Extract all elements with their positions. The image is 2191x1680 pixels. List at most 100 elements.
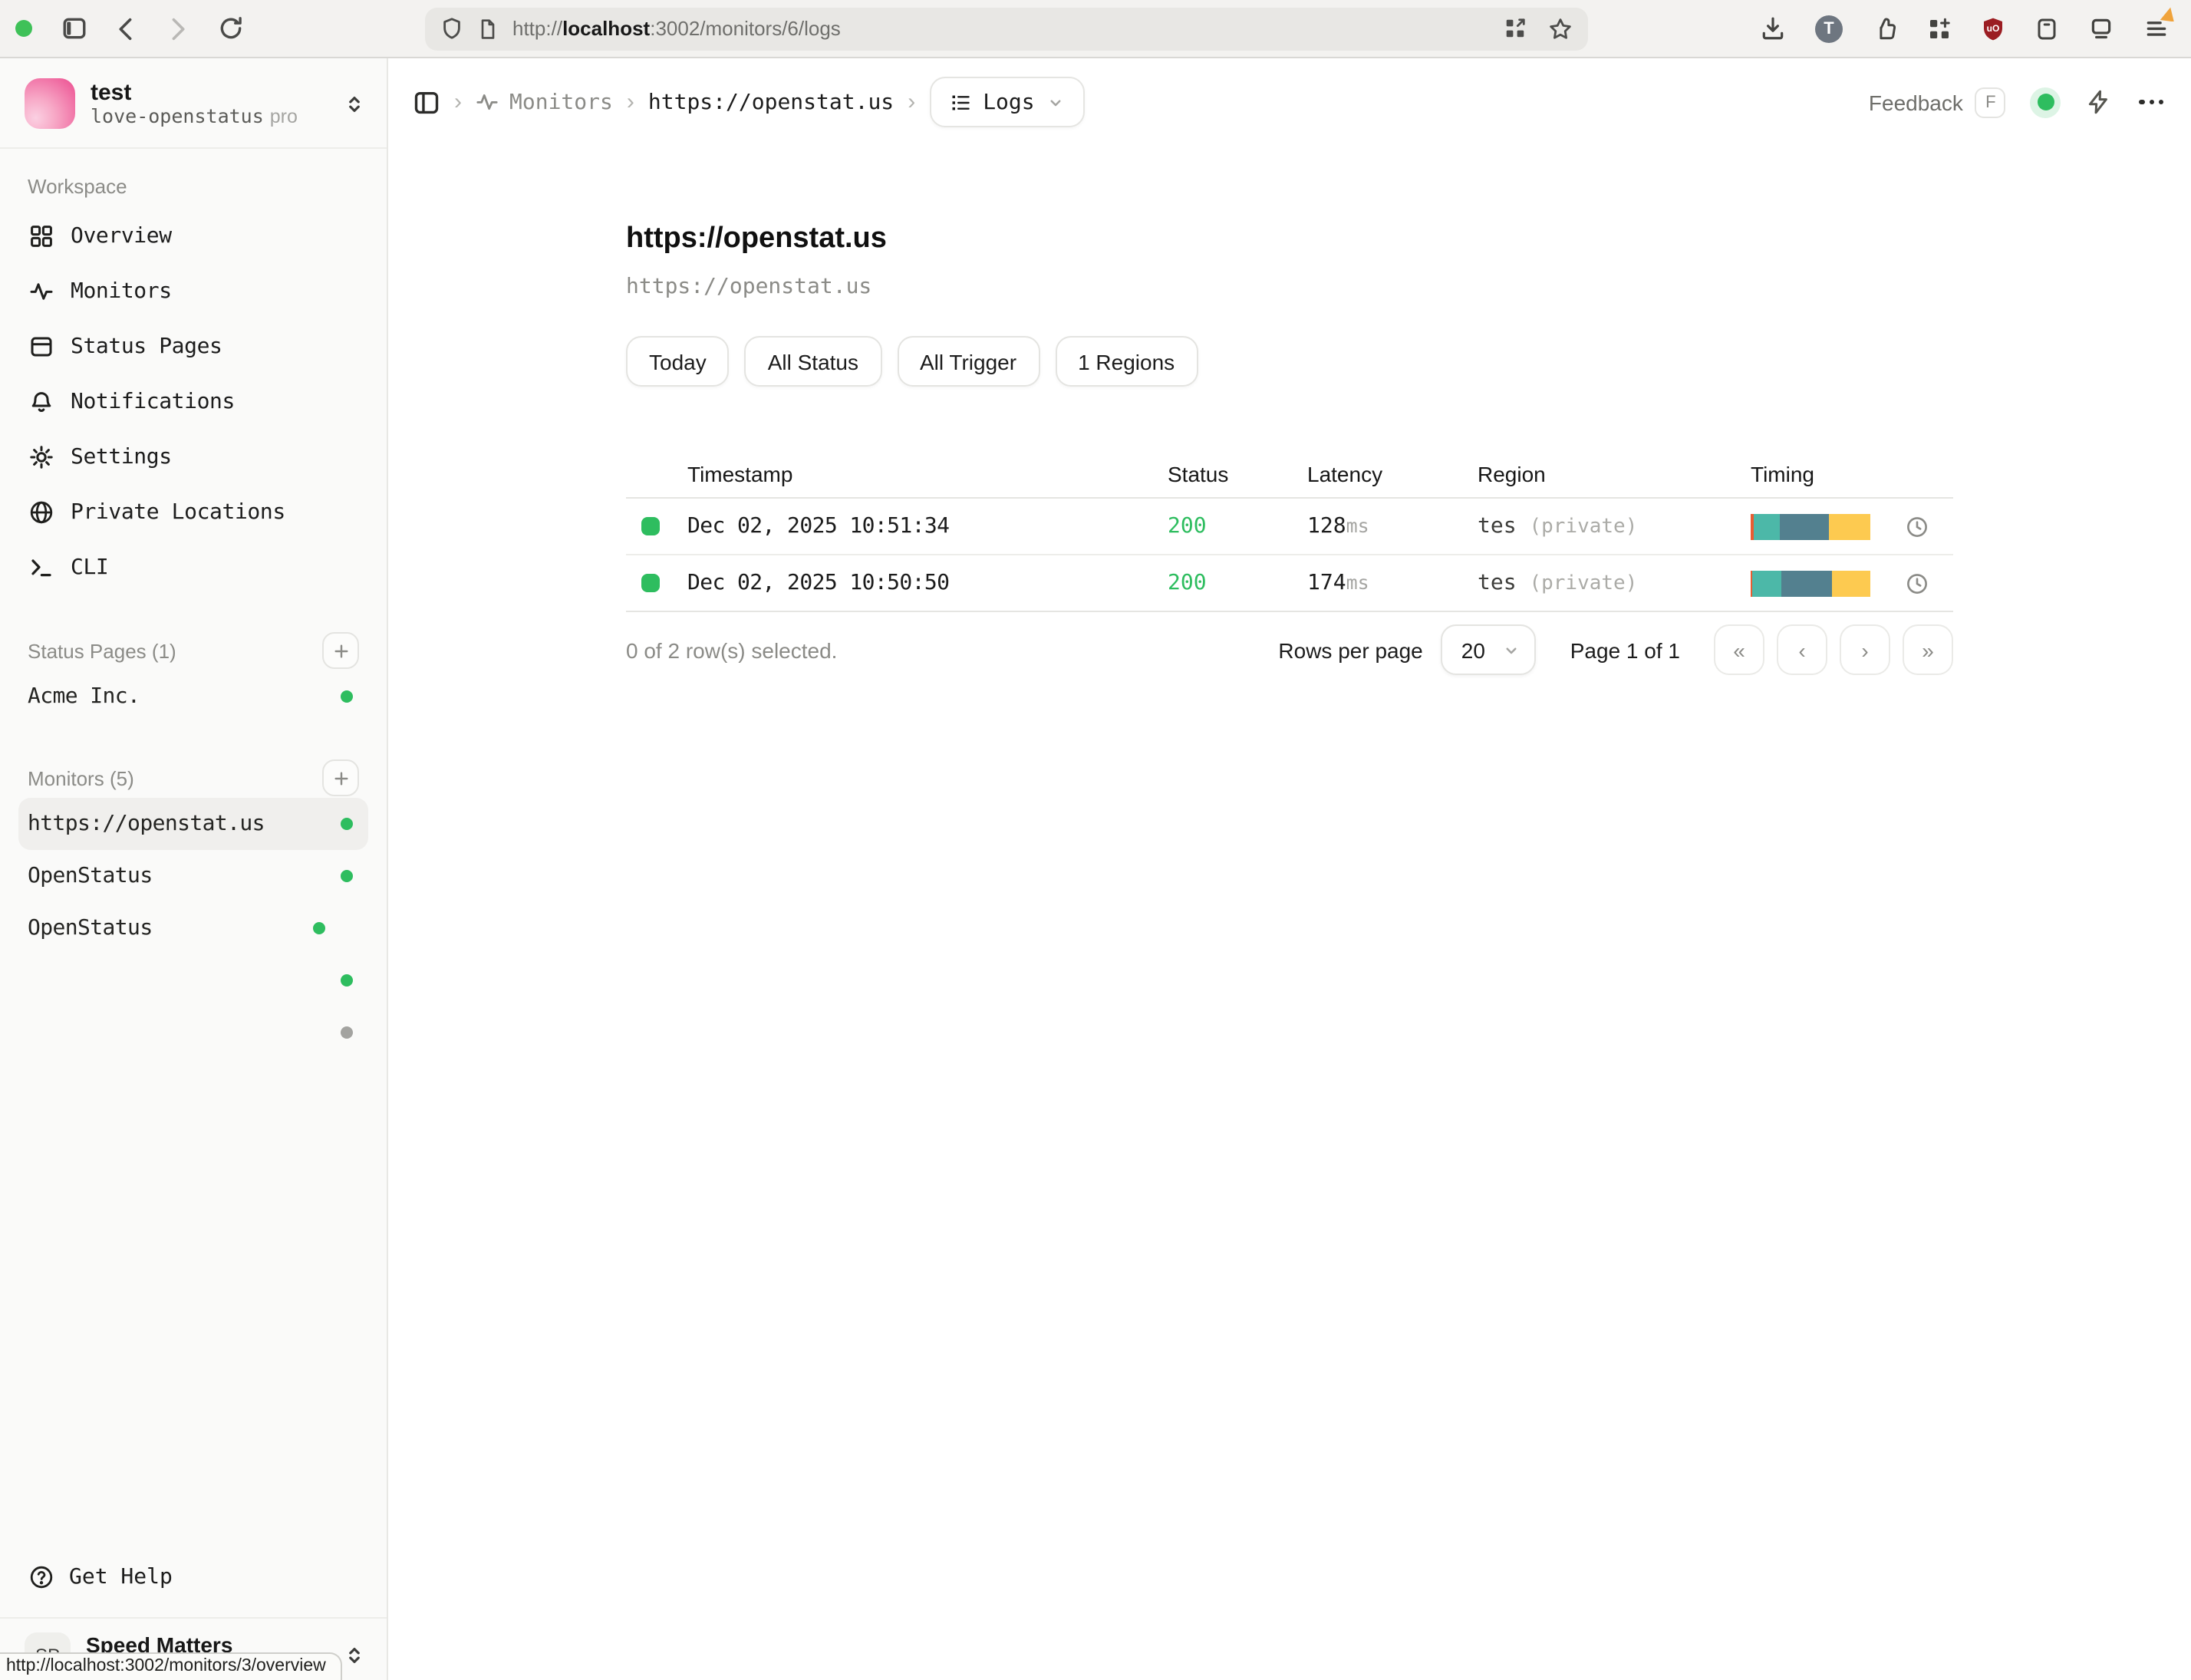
cell-timestamp: Dec 02, 2025 10:51:34 — [687, 515, 1168, 539]
forward-icon[interactable] — [152, 5, 204, 51]
filter-regions-button[interactable]: 1 Regions — [1055, 337, 1198, 387]
chevron-right-icon: › — [908, 89, 915, 115]
cell-status: 200 — [1168, 572, 1307, 596]
rows-selected-text: 0 of 2 row(s) selected. — [626, 638, 837, 663]
more-options-button[interactable] — [2137, 100, 2166, 104]
next-page-button[interactable]: › — [1840, 625, 1890, 676]
cell-region: tes (private) — [1478, 515, 1751, 539]
workspace-section-label: Workspace — [18, 175, 368, 198]
browser-toolbar: http://localhost:3002/monitors/6/logs T — [0, 0, 2191, 58]
main-panel: › Monitors › https://openstat.us › Logs — [388, 58, 2191, 1680]
update-badge-icon — [2159, 6, 2176, 21]
browser-sidebar-toggle-icon[interactable] — [48, 5, 100, 51]
workspace-switcher[interactable]: test love-openstatuspro — [0, 58, 387, 149]
profile-avatar[interactable]: T — [1815, 15, 1843, 42]
rows-per-page-label: Rows per page — [1278, 638, 1422, 663]
terminal-icon — [28, 555, 54, 580]
table-row[interactable]: Dec 02, 2025 10:51:34 200 128ms tes (pri… — [626, 499, 1953, 556]
status-dot — [341, 690, 353, 703]
filter-status-button[interactable]: All Status — [745, 337, 881, 387]
first-page-button[interactable]: « — [1714, 625, 1764, 676]
monitor-item-openstatus-1[interactable]: OpenStatus — [18, 850, 368, 902]
zap-icon[interactable] — [2086, 89, 2112, 115]
monitor-item-unnamed-2[interactable] — [18, 1006, 368, 1059]
chevron-down-icon — [1503, 641, 1521, 660]
view-selector-logs[interactable]: Logs — [929, 77, 1085, 127]
rows-per-page-select[interactable]: 20 — [1441, 625, 1537, 676]
column-timestamp: Timestamp — [687, 463, 1168, 487]
column-latency: Latency — [1307, 463, 1478, 487]
breadcrumb-monitor-name[interactable]: https://openstat.us — [648, 90, 894, 114]
sidebar-item-monitors[interactable]: Monitors — [18, 264, 368, 319]
page-info: Page 1 of 1 — [1570, 638, 1680, 663]
status-dot — [341, 870, 353, 882]
sidebar-item-cli[interactable]: CLI — [18, 540, 368, 595]
timing-segment-connect — [1752, 571, 1782, 597]
chevron-down-icon — [1047, 93, 1066, 111]
menu-hamburger-icon[interactable] — [2143, 15, 2170, 41]
sidebar-nav: Overview Monitors Status Pages Notificat… — [18, 209, 368, 595]
get-help-link[interactable]: Get Help — [18, 1550, 368, 1605]
sidebar-item-status-pages[interactable]: Status Pages — [18, 319, 368, 374]
status-dot — [341, 974, 353, 987]
activity-icon — [476, 91, 499, 114]
prev-page-button[interactable]: ‹ — [1777, 625, 1827, 676]
feedback-button[interactable]: Feedback F — [1869, 87, 2006, 117]
cell-status: 200 — [1168, 515, 1307, 539]
page-subtitle: https://openstat.us — [626, 275, 1953, 300]
container-box-icon[interactable] — [2035, 16, 2059, 41]
table-row[interactable]: Dec 02, 2025 10:50:50 200 174ms tes (pri… — [626, 556, 1953, 613]
extensions-grid-plus-icon[interactable] — [1927, 16, 1952, 41]
add-status-page-button[interactable] — [322, 632, 359, 669]
last-page-button[interactable]: » — [1903, 625, 1953, 676]
connection-status-dot — [2031, 87, 2061, 117]
screen: http://localhost:3002/monitors/6/logs T — [0, 0, 2191, 1680]
breadcrumb-monitors[interactable]: Monitors — [476, 90, 613, 114]
monitors-group-header: Monitors (5) — [18, 758, 368, 798]
download-icon[interactable] — [1760, 15, 1786, 41]
traffic-light-green[interactable] — [15, 20, 32, 37]
monitor-item-openstatus-2[interactable]: OpenStatus — [18, 902, 368, 954]
table-header-row: Timestamp Status Latency Region Timing — [626, 452, 1953, 499]
filter-trigger-button[interactable]: All Trigger — [897, 337, 1039, 387]
url-text[interactable]: http://localhost:3002/monitors/6/logs — [512, 17, 1488, 40]
logs-table: Timestamp Status Latency Region Timing D… — [626, 452, 1953, 613]
filter-bar: Today All Status All Trigger 1 Regions — [626, 337, 1953, 387]
status-indicator-square — [641, 575, 660, 593]
status-page-item-acme[interactable]: Acme Inc. — [18, 670, 368, 723]
sidebar-item-private-locations[interactable]: Private Locations — [18, 485, 368, 540]
ublock-shield-icon[interactable]: uO — [1981, 16, 2005, 41]
activity-icon — [28, 279, 54, 304]
monitor-item-openstat-us[interactable]: https://openstat.us — [18, 798, 368, 850]
clock-icon — [1906, 516, 1929, 539]
cell-latency: 128ms — [1307, 515, 1478, 539]
filter-date-button[interactable]: Today — [626, 337, 730, 387]
reader-grid-icon[interactable] — [1504, 17, 1527, 40]
chevron-right-icon: › — [627, 89, 634, 115]
main-header: › Monitors › https://openstat.us › Logs — [388, 58, 2191, 146]
cell-timestamp: Dec 02, 2025 10:50:50 — [687, 572, 1168, 596]
column-timing: Timing — [1751, 463, 1953, 487]
device-laptop-icon[interactable] — [2088, 15, 2114, 41]
status-dot-inactive — [341, 1026, 353, 1039]
logs-page: https://openstat.us https://openstat.us … — [626, 146, 1953, 676]
column-region: Region — [1478, 463, 1751, 487]
workspace-name: test — [91, 79, 328, 106]
workspace-org: love-openstatus — [91, 104, 264, 127]
sidebar-collapse-icon[interactable] — [413, 88, 440, 116]
reload-icon[interactable] — [204, 5, 256, 51]
sidebar-item-notifications[interactable]: Notifications — [18, 374, 368, 430]
thumbs-up-extension-icon[interactable] — [1872, 15, 1898, 41]
sidebar-item-overview[interactable]: Overview — [18, 209, 368, 264]
sidebar: test love-openstatuspro Workspace Overvi… — [0, 58, 388, 1680]
sidebar-item-settings[interactable]: Settings — [18, 430, 368, 485]
add-monitor-button[interactable] — [322, 759, 359, 796]
timing-segment-tls — [1782, 571, 1833, 597]
cell-timing — [1751, 571, 1953, 597]
chevron-right-icon: › — [454, 89, 462, 115]
url-bar[interactable]: http://localhost:3002/monitors/6/logs — [425, 7, 1588, 50]
back-icon[interactable] — [100, 5, 152, 51]
bookmark-star-icon[interactable] — [1548, 16, 1573, 41]
timing-bar — [1751, 571, 1870, 597]
monitor-item-unnamed-1[interactable] — [18, 954, 368, 1006]
